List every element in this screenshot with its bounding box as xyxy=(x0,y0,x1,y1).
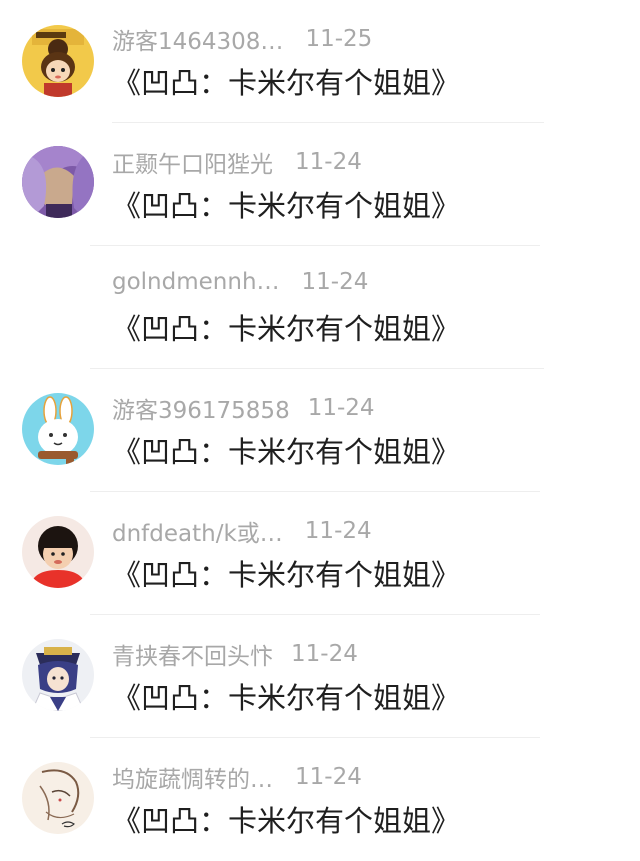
username[interactable]: 正颞午口阳狴光 xyxy=(112,145,273,179)
avatar-sketch-icon[interactable] xyxy=(22,762,94,834)
comment-item[interactable]: 坞旋蔬惆转的… 11-24 《凹凸：卡米尔有个姐姐》 xyxy=(0,738,640,861)
comment-meta: dnfdeath/k或… 11-24 xyxy=(112,514,372,550)
comment-text: 《凹凸：卡米尔有个姐姐》 xyxy=(112,558,461,592)
comment-item[interactable]: dnfdeath/k或… 11-24 《凹凸：卡米尔有个姐姐》 xyxy=(0,492,640,615)
comment-text: 《凹凸：卡米尔有个姐姐》 xyxy=(112,681,461,715)
username[interactable]: 游客396175858 xyxy=(112,391,290,425)
comment-item[interactable]: 游客1464308… 11-25 《凹凸：卡米尔有个姐姐》 xyxy=(0,0,640,123)
comment-meta: golndmennh… 11-24 xyxy=(112,268,368,304)
comment-item[interactable]: 正颞午口阳狴光 11-24 《凹凸：卡米尔有个姐姐》 xyxy=(0,123,640,246)
comment-text: 《凹凸：卡米尔有个姐姐》 xyxy=(112,435,461,469)
comment-date: 11-24 xyxy=(304,518,372,544)
username[interactable]: 青挟春不回头忭 xyxy=(112,637,273,671)
comment-item[interactable]: golndmennh… 11-24 《凹凸：卡米尔有个姐姐》 xyxy=(0,246,640,369)
comment-meta: 游客396175858 11-24 xyxy=(112,391,375,427)
comment-date: 11-24 xyxy=(295,764,362,790)
comment-text: 《凹凸：卡米尔有个姐姐》 xyxy=(112,804,461,838)
comment-item[interactable]: 青挟春不回头忭 11-24 《凹凸：卡米尔有个姐姐》 xyxy=(0,615,640,738)
username[interactable]: 坞旋蔬惆转的… xyxy=(112,760,273,794)
avatar-anime-purple-icon[interactable] xyxy=(22,146,94,218)
avatar-rabbit-icon[interactable] xyxy=(22,393,94,465)
comment-list: 游客1464308… 11-25 《凹凸：卡米尔有个姐姐》 正颞午口阳狴光 11-2… xyxy=(0,0,640,839)
comment-text: 《凹凸：卡米尔有个姐姐》 xyxy=(112,66,461,100)
avatar-child-icon[interactable] xyxy=(22,516,94,588)
comment-meta: 坞旋蔬惆转的… 11-24 xyxy=(112,760,362,796)
comment-date: 11-24 xyxy=(295,149,362,175)
comment-date: 11-24 xyxy=(301,268,369,295)
username[interactable]: 游客1464308… xyxy=(112,22,283,56)
username[interactable]: golndmennh… xyxy=(112,269,280,295)
comment-date: 11-25 xyxy=(305,26,373,52)
comment-text: 《凹凸：卡米尔有个姐姐》 xyxy=(112,189,461,223)
comment-meta: 游客1464308… 11-25 xyxy=(112,22,372,58)
comment-date: 11-24 xyxy=(291,641,358,667)
avatar-cartoon-icon[interactable] xyxy=(22,25,94,97)
comment-meta: 青挟春不回头忭 11-24 xyxy=(112,637,358,673)
comment-meta: 正颞午口阳狴光 11-24 xyxy=(112,145,362,181)
comment-text: 《凹凸：卡米尔有个姐姐》 xyxy=(112,312,461,346)
username[interactable]: dnfdeath/k或… xyxy=(112,514,283,548)
avatar-anime-blue-icon[interactable] xyxy=(22,639,94,711)
comment-date: 11-24 xyxy=(307,395,375,421)
comment-item[interactable]: 游客396175858 11-24 《凹凸：卡米尔有个姐姐》 xyxy=(0,369,640,492)
